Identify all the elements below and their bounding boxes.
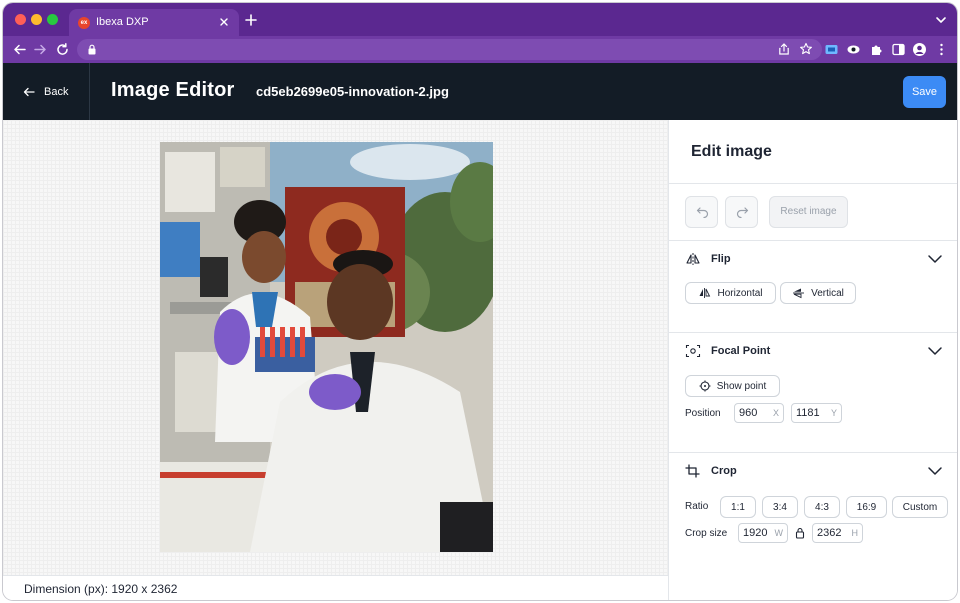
position-x-value: 960 <box>739 407 758 419</box>
new-tab-icon[interactable] <box>243 12 259 28</box>
file-name: cd5eb2699e05-innovation-2.jpg <box>256 84 449 99</box>
edit-panel: Edit image Reset image Flip Horizontal V… <box>668 120 957 600</box>
reset-image-button[interactable]: Reset image <box>769 196 848 228</box>
position-y-suffix: Y <box>830 408 837 418</box>
position-y-input[interactable]: 1181 Y <box>791 403 842 423</box>
flip-title: Flip <box>711 253 731 265</box>
close-window-button[interactable] <box>15 14 26 25</box>
crop-collapse-chevron-icon[interactable] <box>927 466 943 476</box>
crop-section-header[interactable]: Crop <box>685 462 737 480</box>
tab-search-chevron-icon[interactable] <box>935 15 947 25</box>
image-canvas <box>3 120 668 575</box>
divider <box>669 452 957 453</box>
focal-point-title: Focal Point <box>711 345 771 357</box>
profile-avatar-icon[interactable] <box>912 42 927 57</box>
back-arrow-icon[interactable] <box>12 42 27 57</box>
back-button[interactable]: Back <box>23 82 68 102</box>
ratio-label: Ratio <box>685 501 709 512</box>
undo-icon <box>696 207 709 218</box>
close-tab-icon[interactable] <box>217 15 231 29</box>
focal-point-icon <box>685 344 701 358</box>
address-bar[interactable] <box>77 39 822 60</box>
dimension-bar: Dimension (px): 1920 x 2362 <box>3 575 668 600</box>
show-point-label: Show point <box>716 380 767 392</box>
ratio-16-9-button[interactable]: 16:9 <box>846 496 887 518</box>
crop-width-suffix: W <box>774 528 784 538</box>
dimension-text: Dimension (px): 1920 x 2362 <box>24 582 178 596</box>
back-arrow-icon <box>23 87 35 97</box>
flip-horizontal-icon <box>699 288 711 298</box>
browser-menu-icon[interactable] <box>934 42 949 57</box>
flip-icon <box>686 253 700 265</box>
flip-vertical-label: Vertical <box>811 287 844 299</box>
ratio-custom-button[interactable]: Custom <box>892 496 948 518</box>
minimize-window-button[interactable] <box>31 14 42 25</box>
crop-title: Crop <box>711 465 737 477</box>
reload-icon[interactable] <box>55 42 70 57</box>
screen-capture-extension-icon[interactable] <box>824 42 839 57</box>
position-x-suffix: X <box>772 408 779 418</box>
undo-button[interactable] <box>685 196 718 228</box>
ratio-4-3-button[interactable]: 4:3 <box>804 496 840 518</box>
lock-icon[interactable] <box>87 44 97 55</box>
edited-image[interactable] <box>160 142 493 552</box>
forward-arrow-icon[interactable] <box>33 42 48 57</box>
browser-window: ex Ibexa DXP Back Image Editor cd5eb2699 <box>3 3 957 600</box>
redo-button[interactable] <box>725 196 758 228</box>
crop-width-input[interactable]: 1920 W <box>738 523 788 543</box>
header-divider <box>89 63 90 120</box>
divider <box>669 183 957 184</box>
crop-height-value: 2362 <box>817 527 842 539</box>
eye-extension-icon[interactable] <box>846 42 861 57</box>
flip-horizontal-label: Horizontal <box>717 287 763 299</box>
ratio-1-1-button[interactable]: 1:1 <box>720 496 756 518</box>
position-x-input[interactable]: 960 X <box>734 403 784 423</box>
tab-title: Ibexa DXP <box>96 16 149 28</box>
ibexa-favicon-icon: ex <box>78 17 90 29</box>
divider <box>669 332 957 333</box>
share-icon[interactable] <box>777 42 791 56</box>
side-panel-icon[interactable] <box>891 42 906 57</box>
position-label: Position <box>685 408 721 419</box>
ratio-3-4-button[interactable]: 3:4 <box>762 496 798 518</box>
focal-point-collapse-chevron-icon[interactable] <box>927 346 943 356</box>
app-header: Back Image Editor cd5eb2699e05-innovatio… <box>3 63 957 120</box>
divider <box>669 240 957 241</box>
crop-size-label: Crop size <box>685 528 728 539</box>
crosshair-icon <box>699 380 711 392</box>
extensions-puzzle-icon[interactable] <box>869 42 884 57</box>
flip-collapse-chevron-icon[interactable] <box>927 254 943 264</box>
browser-tab[interactable]: ex Ibexa DXP <box>69 9 239 36</box>
flip-vertical-button[interactable]: Vertical <box>780 282 856 304</box>
focal-point-section-header[interactable]: Focal Point <box>685 342 770 360</box>
save-button[interactable]: Save <box>903 76 946 108</box>
browser-tab-strip: ex Ibexa DXP <box>3 3 957 36</box>
aspect-lock-icon[interactable] <box>795 527 805 539</box>
position-y-value: 1181 <box>796 407 820 419</box>
show-point-button[interactable]: Show point <box>685 375 780 397</box>
crop-icon <box>685 464 700 478</box>
crop-width-value: 1920 <box>743 527 768 539</box>
browser-toolbar <box>3 36 957 63</box>
page-title: Image Editor <box>111 79 235 101</box>
bookmark-star-icon[interactable] <box>799 42 813 56</box>
crop-height-input[interactable]: 2362 H <box>812 523 863 543</box>
maximize-window-button[interactable] <box>47 14 58 25</box>
panel-title: Edit image <box>691 143 772 160</box>
flip-section-header[interactable]: Flip <box>685 250 731 268</box>
flip-vertical-icon <box>793 288 805 299</box>
back-label: Back <box>44 86 69 98</box>
redo-icon <box>736 207 749 218</box>
flip-horizontal-button[interactable]: Horizontal <box>685 282 776 304</box>
crop-height-suffix: H <box>851 528 859 538</box>
